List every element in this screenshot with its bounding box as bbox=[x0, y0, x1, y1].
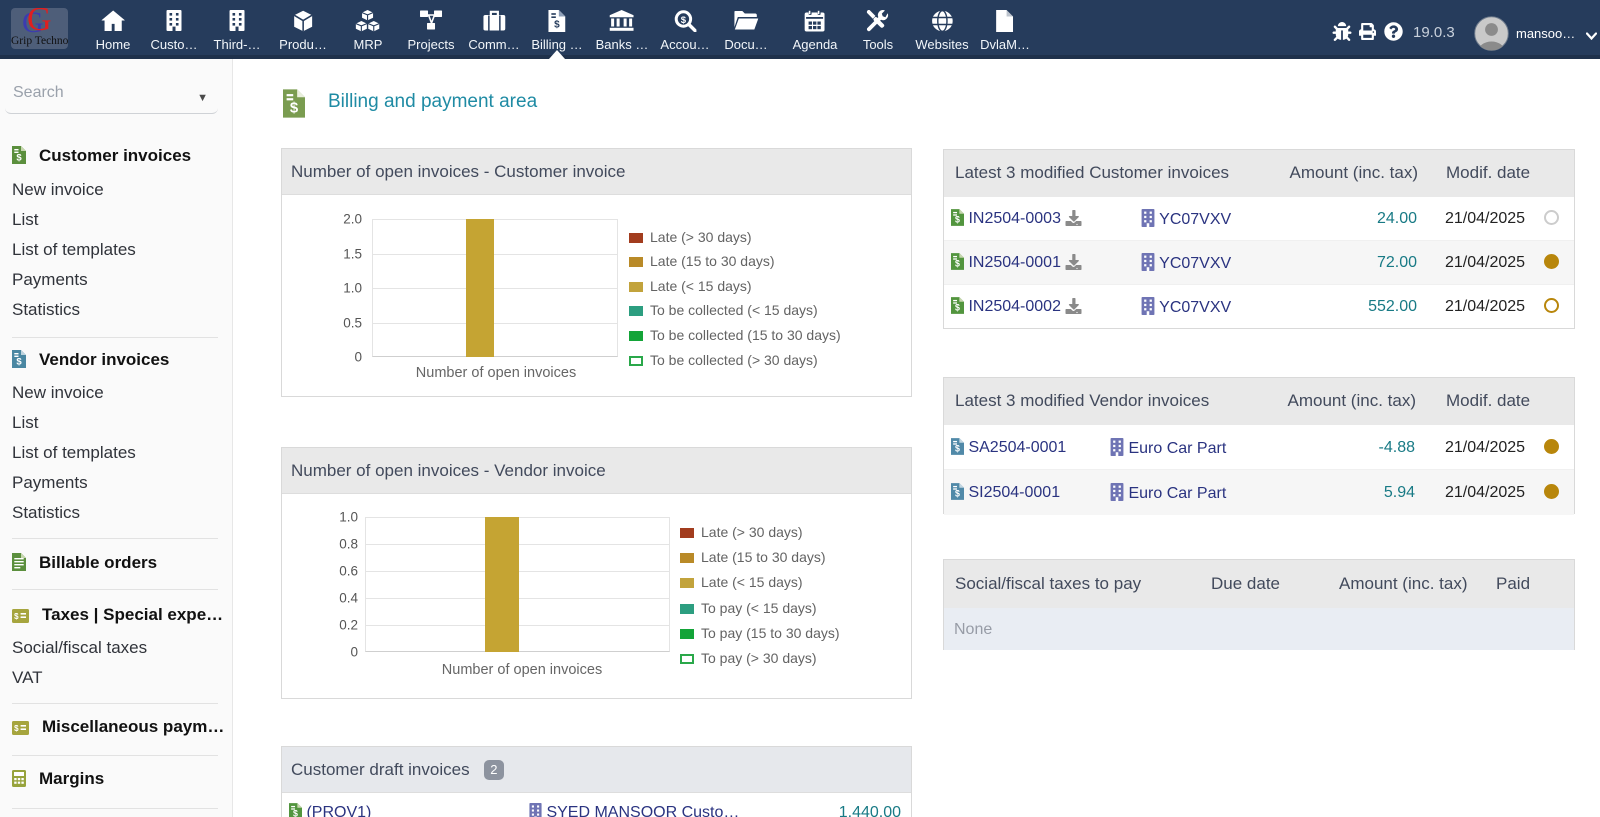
svg-text:$: $ bbox=[293, 809, 298, 817]
svg-text:$: $ bbox=[14, 724, 19, 733]
svg-text:$: $ bbox=[290, 100, 299, 117]
svg-text:$: $ bbox=[14, 612, 19, 621]
svg-text:$: $ bbox=[955, 444, 960, 454]
svg-text:$: $ bbox=[955, 215, 960, 225]
svg-text:$: $ bbox=[16, 357, 22, 368]
svg-text:$: $ bbox=[955, 303, 960, 313]
svg-text:$: $ bbox=[955, 489, 960, 499]
svg-text:$: $ bbox=[554, 20, 560, 31]
svg-text:$: $ bbox=[955, 259, 960, 269]
svg-text:$: $ bbox=[16, 153, 22, 164]
svg-text:$: $ bbox=[680, 15, 686, 26]
